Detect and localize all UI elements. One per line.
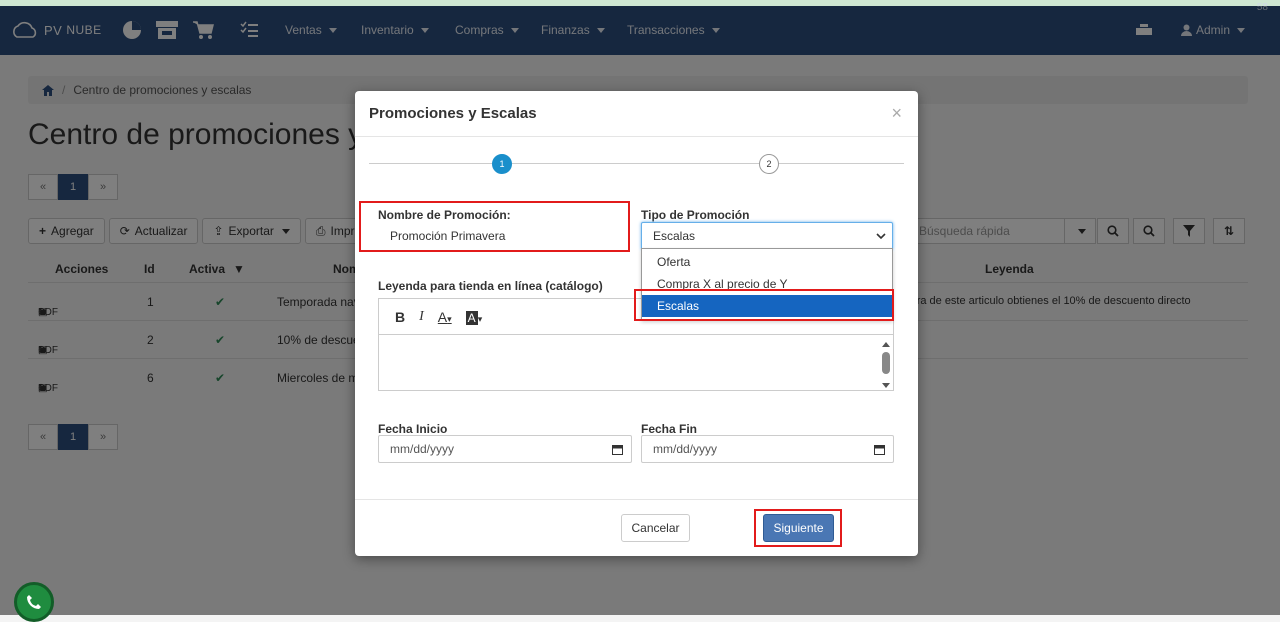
wizard-step-2[interactable]: 2 (759, 154, 779, 174)
promo-name-label: Nombre de Promoción: (378, 208, 511, 222)
scrollbar-icon (882, 342, 890, 388)
promotion-modal: Promociones y Escalas × 1 2 Nombre de Pr… (355, 91, 918, 556)
calendar-icon[interactable] (612, 444, 623, 455)
chevron-down-icon (876, 233, 886, 240)
close-icon[interactable]: × (891, 103, 902, 124)
caret-icon: ▾ (477, 313, 483, 324)
wizard-step-1[interactable]: 1 (492, 154, 512, 174)
end-date-label: Fecha Fin (641, 422, 698, 436)
wizard-progress-line (369, 163, 904, 164)
modal-title: Promociones y Escalas (369, 105, 537, 122)
legend-label: Leyenda para tienda en línea (catálogo) (378, 279, 603, 293)
modal-footer-divider (355, 499, 918, 500)
end-date-input[interactable]: mm/dd/yyyy (641, 435, 894, 463)
phone-icon (27, 595, 41, 609)
start-date-label: Fecha Inicio (378, 422, 448, 436)
start-date-input[interactable]: mm/dd/yyyy (378, 435, 632, 463)
start-date-placeholder: mm/dd/yyyy (390, 442, 455, 456)
editor-scrollbar[interactable] (881, 341, 891, 389)
promo-type-label: Tipo de Promoción (641, 208, 750, 222)
font-color-button[interactable]: A▾ (438, 309, 452, 325)
cancel-button[interactable]: Cancelar (621, 514, 690, 542)
end-date-placeholder: mm/dd/yyyy (653, 442, 718, 456)
font-color-icon: A (437, 308, 448, 325)
promo-type-select[interactable]: Escalas (641, 222, 893, 250)
next-button[interactable]: Siguiente (763, 514, 834, 542)
whatsapp-button[interactable] (14, 582, 54, 622)
calendar-icon[interactable] (874, 444, 885, 455)
promo-name-input[interactable]: Promoción Primavera (378, 222, 626, 250)
option-oferta[interactable]: Oferta (642, 251, 892, 273)
highlight-escalas (634, 289, 894, 321)
promo-type-selected: Escalas (653, 229, 696, 243)
italic-button[interactable]: I (419, 309, 424, 325)
caret-icon: ▾ (447, 313, 452, 324)
modal-header-divider (355, 136, 918, 137)
bg-color-button[interactable]: A ▾ (465, 309, 483, 325)
bg-color-icon: A (465, 310, 478, 325)
bold-button[interactable]: B (395, 309, 405, 325)
